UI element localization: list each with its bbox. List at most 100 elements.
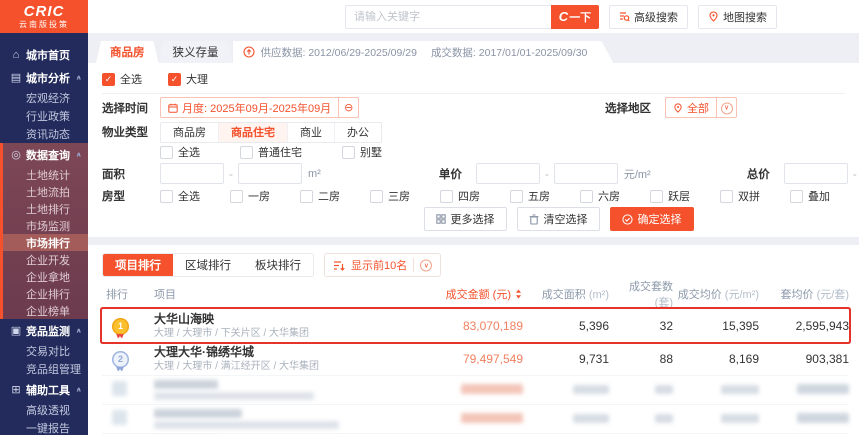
collapse-icon[interactable]: ⊖: [338, 98, 358, 117]
sidebar-item-land-stats[interactable]: 土地统计: [3, 166, 88, 183]
chevron-down-circle-icon[interactable]: ∨: [420, 259, 433, 272]
area-unit: m²: [308, 167, 321, 180]
ranking-panel: 项目排行 区域排行 板块排行 显示前10名 ∨ 排行 项目 成交金额 (元) 成…: [88, 245, 859, 435]
sidebar-item-city-home[interactable]: ⌂ 城市首页: [0, 43, 88, 66]
area-min-input[interactable]: [160, 163, 224, 184]
checkbox-icon: [370, 189, 383, 203]
table-row-redacted[interactable]: [102, 375, 849, 404]
sidebar-item-market-ranking-active[interactable]: 市场排行: [3, 234, 88, 251]
tab-narrow-inventory[interactable]: 狭义存量: [159, 41, 233, 63]
filter-panel: 全选 大理 选择时间 月度: 2025年09月-2025年09月 ⊖: [88, 63, 859, 237]
table-row-rank1-highlighted[interactable]: 1 大华山海映 大理 / 大理市 / 下关片区 / 大华集团 83,070,18…: [102, 309, 849, 342]
room-6-checkbox[interactable]: 六房: [580, 188, 650, 204]
sidebar-group-city-analysis[interactable]: ▤ 城市分析 ∧: [0, 66, 88, 89]
room-stacked-checkbox[interactable]: 叠加: [790, 188, 859, 204]
advanced-search-button[interactable]: 高级搜索: [609, 4, 688, 29]
villa-checkbox[interactable]: 别墅: [342, 144, 382, 160]
sidebar-group-aux-tools[interactable]: ⊞ 辅助工具 ∧: [0, 378, 88, 401]
sidebar-item-land-auction[interactable]: 土地流拍: [3, 183, 88, 200]
project-name[interactable]: 大华山海映: [154, 312, 411, 327]
sidebar: ⌂ 城市首页 ▤ 城市分析 ∧ 宏观经济 行业政策 资讯动态 ◎ 数据查询 ∧ …: [0, 33, 88, 435]
redacted-amount: [461, 413, 523, 423]
room-1-checkbox[interactable]: 一房: [230, 188, 300, 204]
location-pin-icon: [673, 102, 683, 113]
room-5-checkbox[interactable]: 五房: [510, 188, 580, 204]
room-2-checkbox[interactable]: 二房: [300, 188, 370, 204]
region-tag[interactable]: 全部 ∨: [665, 97, 737, 118]
sidebar-item-industry-policy[interactable]: 行业政策: [0, 107, 88, 125]
sidebar-group-data-query[interactable]: ◎ 数据查询 ∧: [3, 143, 88, 166]
time-range-tag[interactable]: 月度: 2025年09月-2025年09月 ⊖: [160, 97, 360, 118]
clear-select-button[interactable]: 清空选择: [516, 207, 600, 231]
advanced-search-icon: [619, 11, 630, 22]
redacted-medal: [112, 381, 127, 396]
room-type-options: 全选 一房 二房 三房 四房 五房 六房 跃层 双拼 叠加 联排: [160, 188, 859, 204]
property-option-office[interactable]: 办公: [335, 122, 381, 142]
map-search-button[interactable]: 地图搜索: [698, 4, 777, 29]
tab-region-ranking[interactable]: 区域排行: [173, 254, 243, 276]
deal-unit-avg-price: 2,595,943: [795, 319, 849, 333]
table-row-rank2[interactable]: 2 大理大华·锦绣华城 大理 / 大理市 / 满江经开区 / 大华集团 79,4…: [102, 342, 849, 375]
sub-select-all-checkbox[interactable]: 全选: [160, 144, 200, 160]
table-header: 排行 项目 成交金额 (元) 成交面积 (m²) 成交套数 (套) 成交均价 (…: [102, 279, 849, 309]
sidebar-item-competitor-group[interactable]: 竞品组管理: [0, 360, 88, 378]
sidebar-item-advanced-pivot[interactable]: 高级透视: [0, 401, 88, 419]
sidebar-item-enterprise-ranking[interactable]: 企业排行: [3, 285, 88, 302]
calendar-icon: [168, 103, 178, 113]
sidebar-item-land-ranking[interactable]: 土地排行: [3, 200, 88, 217]
city-dali-checkbox[interactable]: 大理: [168, 71, 208, 87]
ordinary-residence-checkbox[interactable]: 普通住宅: [240, 144, 302, 160]
chevron-down-circle-icon[interactable]: ∨: [716, 98, 736, 117]
sidebar-item-market-monitor[interactable]: 市场监测: [3, 217, 88, 234]
property-option-commodity[interactable]: 商品房: [161, 122, 219, 142]
col-unit-avg-price: 套均价 (元/套): [780, 289, 849, 301]
tab-commodity-housing[interactable]: 商品房: [96, 41, 159, 63]
room-3-checkbox[interactable]: 三房: [370, 188, 440, 204]
sidebar-group-competitor-monitor[interactable]: ▣ 竞品监测 ∧: [0, 319, 88, 342]
sidebar-item-macro-economy[interactable]: 宏观经济: [0, 89, 88, 107]
confirm-select-button[interactable]: 确定选择: [609, 207, 694, 231]
brand-logo[interactable]: CRIC 云南版投策: [0, 0, 88, 33]
project-name[interactable]: 大理大华·锦绣华城: [154, 345, 411, 360]
sidebar-item-enterprise-land[interactable]: 企业拿地: [3, 268, 88, 285]
checkbox-icon: [440, 189, 453, 203]
col-units: 成交套数 (套): [629, 281, 673, 309]
more-select-button[interactable]: 更多选择: [423, 207, 507, 231]
search-button[interactable]: C 一下: [551, 4, 599, 29]
grid-icon: [435, 214, 446, 224]
brand-subtitle: 云南版投策: [19, 20, 69, 29]
sidebar-item-news[interactable]: 资讯动态: [0, 125, 88, 143]
unit-price-min-input[interactable]: [475, 163, 540, 184]
checkbox-icon: [240, 145, 253, 159]
deal-amount: 79,497,549: [462, 352, 523, 366]
redacted-units: [655, 385, 673, 394]
col-area: 成交面积 (m²): [541, 289, 609, 301]
analysis-icon: ▤: [10, 72, 22, 84]
room-duplex-checkbox[interactable]: 跃层: [650, 188, 720, 204]
total-price-min-input[interactable]: [783, 163, 848, 184]
property-option-commercial[interactable]: 商业: [288, 122, 335, 142]
sidebar-item-enterprise-dev[interactable]: 企业开发: [3, 251, 88, 268]
sidebar-item-enterprise-list[interactable]: 企业榜单: [3, 302, 88, 319]
col-amount-sortable[interactable]: 成交金额 (元): [411, 286, 523, 302]
checkbox-icon: [580, 189, 593, 203]
checkbox-icon: [230, 189, 243, 203]
room-4-checkbox[interactable]: 四房: [440, 188, 510, 204]
select-all-city-checkbox[interactable]: 全选: [102, 71, 142, 87]
topbar: CRIC 云南版投策 C一下 高级搜索 地图搜索: [0, 0, 859, 33]
col-rank: 排行: [106, 289, 128, 301]
sidebar-item-one-key-report[interactable]: 一键报告: [0, 419, 88, 435]
top10-filter-tag[interactable]: 显示前10名 ∨: [324, 253, 442, 277]
unit-price-max-input[interactable]: [553, 163, 618, 184]
area-max-input[interactable]: [238, 163, 302, 184]
room-all-checkbox[interactable]: 全选: [160, 188, 230, 204]
home-icon: ⌂: [12, 48, 20, 61]
property-option-residential-active[interactable]: 商品住宅: [219, 122, 288, 142]
tab-project-ranking-active[interactable]: 项目排行: [103, 254, 173, 276]
tab-sector-ranking[interactable]: 板块排行: [243, 254, 313, 276]
table-row-redacted[interactable]: [102, 404, 849, 433]
search-input[interactable]: [345, 4, 551, 29]
search-area: C一下 高级搜索 地图搜索: [88, 0, 859, 33]
sidebar-item-deal-compare[interactable]: 交易对比: [0, 342, 88, 360]
room-semi-detached-checkbox[interactable]: 双拼: [720, 188, 790, 204]
